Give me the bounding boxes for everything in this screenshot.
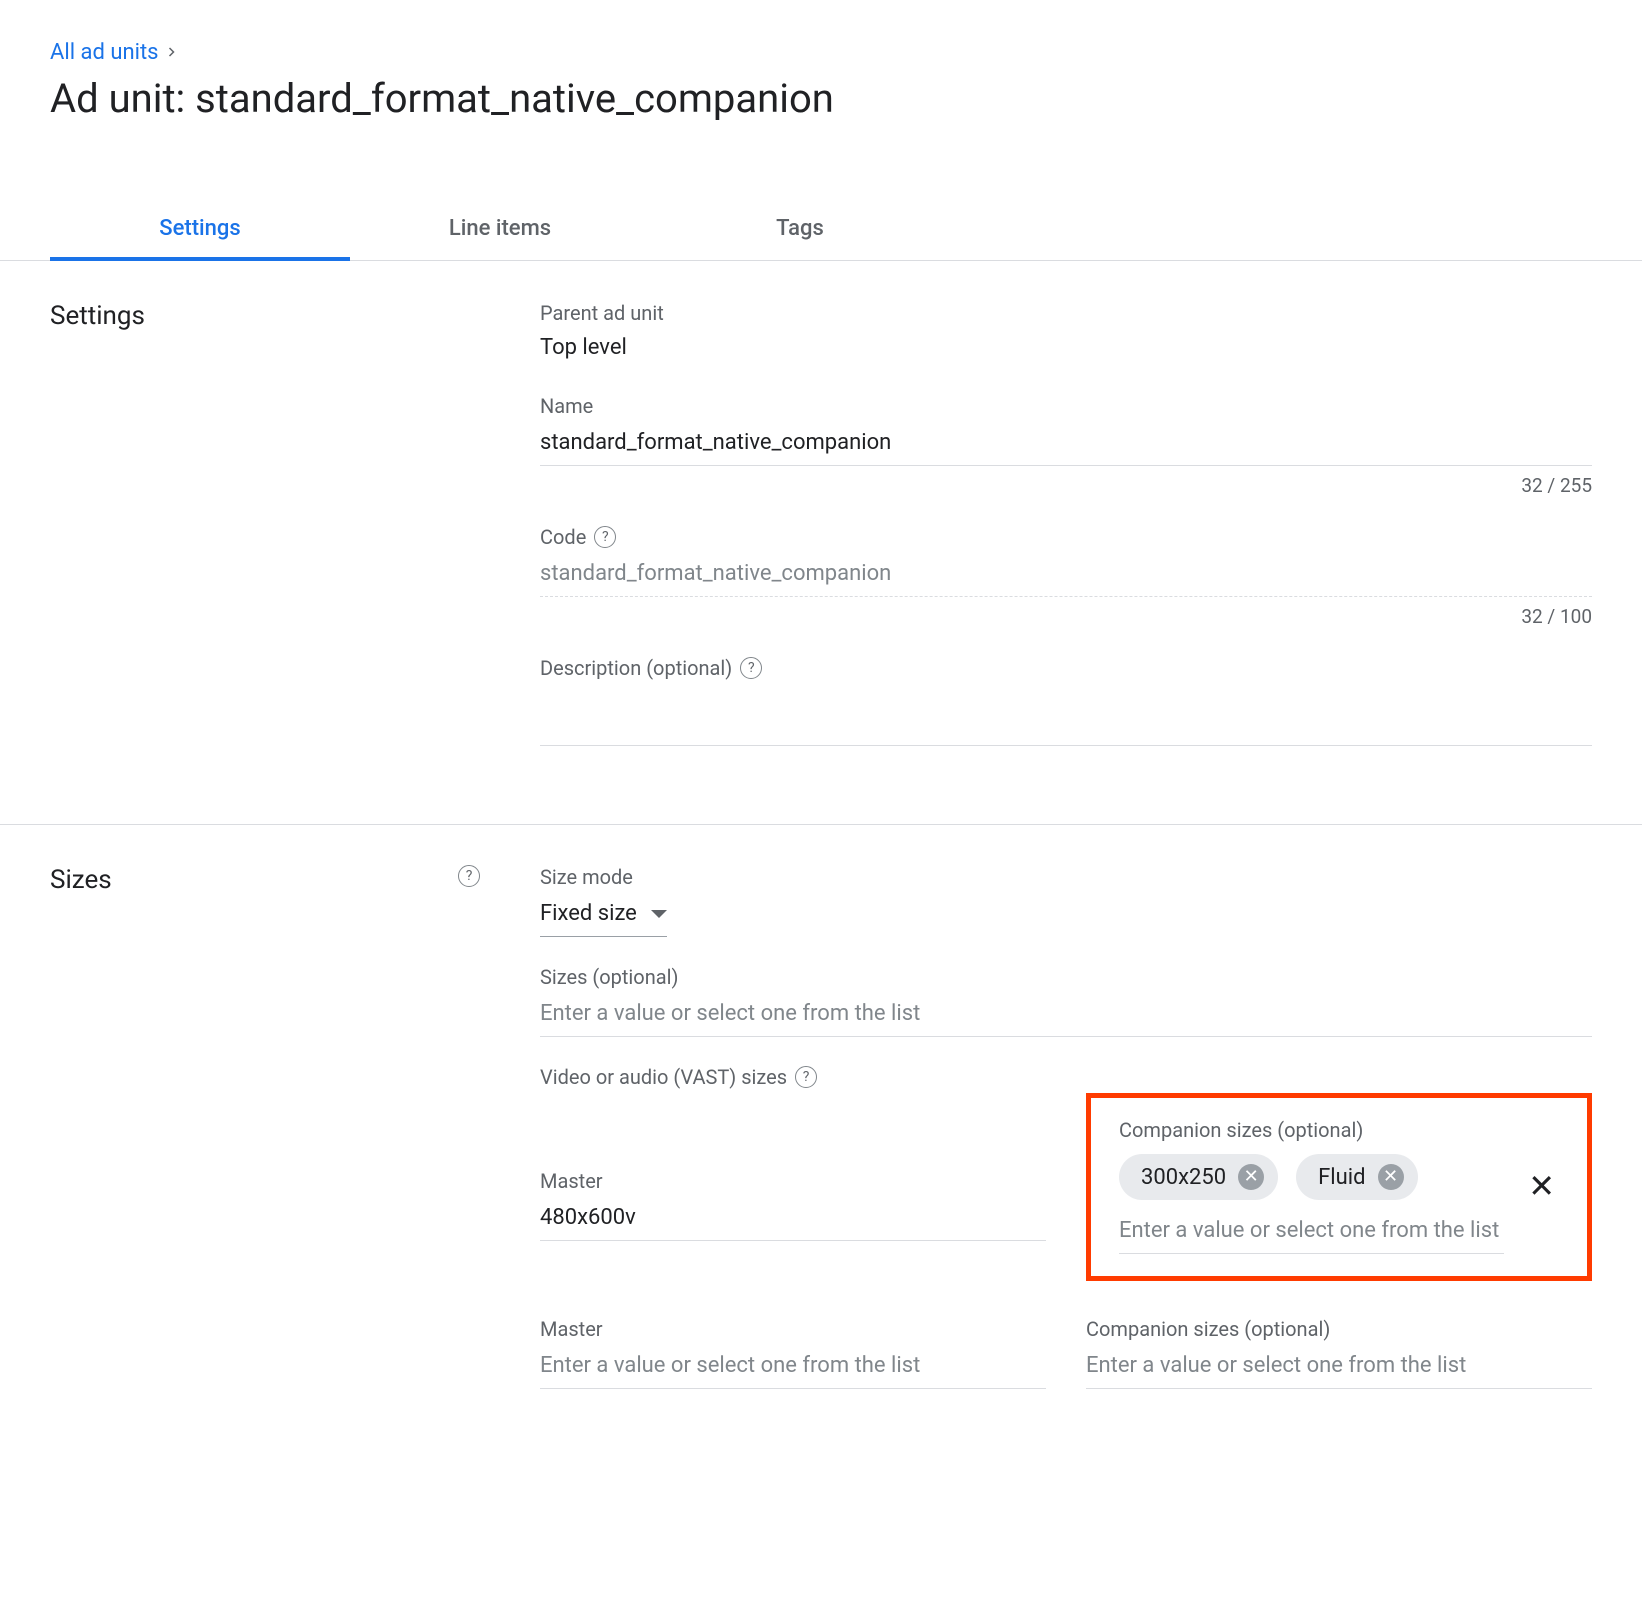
name-counter: 32 / 255 [540, 474, 1592, 497]
page-title: Ad unit: standard_format_native_companio… [50, 75, 1592, 122]
tab-settings[interactable]: Settings [50, 200, 350, 261]
companion-input[interactable]: Enter a value or select one from the lis… [1119, 1212, 1504, 1254]
tab-line-items[interactable]: Line items [350, 200, 650, 260]
tabs: Settings Line items Tags [0, 200, 1642, 261]
parent-value: Top level [540, 329, 1592, 366]
code-label: Code ? [540, 525, 1592, 549]
help-icon[interactable]: ? [458, 865, 480, 887]
name-input[interactable]: standard_format_native_companion [540, 422, 1592, 466]
description-label: Description (optional) ? [540, 656, 1592, 680]
help-icon[interactable]: ? [795, 1066, 817, 1088]
companion-label: Companion sizes (optional) [1119, 1118, 1504, 1142]
breadcrumb: All ad units [50, 40, 1592, 65]
help-icon[interactable]: ? [740, 657, 762, 679]
breadcrumb-all-units[interactable]: All ad units [50, 40, 159, 65]
master-label: Master [540, 1169, 1046, 1193]
master-input-2[interactable]: Enter a value or select one from the lis… [540, 1345, 1046, 1389]
section-sizes: Sizes ? Size mode Fixed size Sizes (opti… [0, 824, 1642, 1439]
companion-input-2[interactable]: Enter a value or select one from the lis… [1086, 1345, 1592, 1389]
chip-fluid: Fluid ✕ [1296, 1154, 1417, 1200]
size-mode-label: Size mode [540, 865, 1592, 889]
close-icon[interactable]: ✕ [1524, 1167, 1559, 1205]
code-input: standard_format_native_companion [540, 553, 1592, 597]
caret-down-icon [651, 910, 667, 918]
master-label-2: Master [540, 1317, 1046, 1341]
sizes-input[interactable]: Enter a value or select one from the lis… [540, 993, 1592, 1037]
chip-300x250: 300x250 ✕ [1119, 1154, 1278, 1200]
chip-remove-icon[interactable]: ✕ [1378, 1164, 1404, 1190]
section-settings: Settings Parent ad unit Top level Name s… [0, 261, 1642, 824]
code-counter: 32 / 100 [540, 605, 1592, 628]
tab-tags[interactable]: Tags [650, 200, 950, 260]
companion-highlight: Companion sizes (optional) 300x250 ✕ Flu… [1086, 1093, 1592, 1281]
description-input[interactable] [540, 686, 1592, 746]
sizes-optional-label: Sizes (optional) [540, 965, 1592, 989]
master-input[interactable]: 480x600v [540, 1197, 1046, 1241]
settings-heading: Settings [50, 301, 145, 331]
vast-label: Video or audio (VAST) sizes ? [540, 1065, 1592, 1089]
name-label: Name [540, 394, 1592, 418]
parent-label: Parent ad unit [540, 301, 1592, 325]
chevron-right-icon [165, 42, 177, 63]
companion-label-2: Companion sizes (optional) [1086, 1317, 1592, 1341]
size-mode-dropdown[interactable]: Fixed size [540, 893, 667, 937]
help-icon[interactable]: ? [594, 526, 616, 548]
sizes-heading: Sizes [50, 865, 112, 895]
chip-remove-icon[interactable]: ✕ [1238, 1164, 1264, 1190]
